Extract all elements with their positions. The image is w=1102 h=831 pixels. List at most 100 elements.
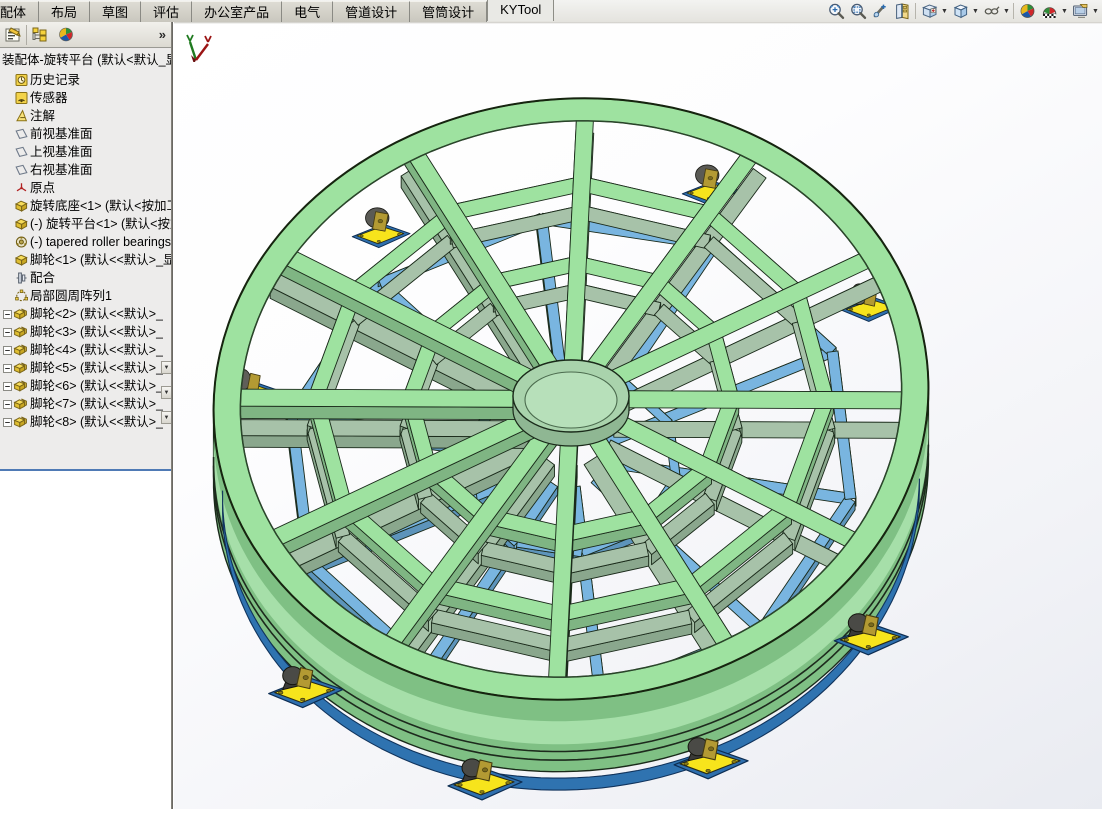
- tab-sketch[interactable]: 草图: [90, 1, 142, 22]
- scene-icon[interactable]: [1038, 1, 1060, 21]
- tree-item-label: 脚轮<5> (默认<<默认>_: [30, 361, 164, 375]
- mates-icon: [13, 270, 30, 286]
- chevron-down-icon[interactable]: ▼: [1091, 1, 1100, 21]
- solidworks-window: 配体 布局 草图 评估 办公室产品 电气 管道设计 管筒设计 KYTool ▼ ▼ ▼ ▼ ▼: [0, 0, 1102, 831]
- tree-item-label: 脚轮<1> (默认<<默认>_显示: [30, 253, 172, 267]
- expand-toggle-icon[interactable]: [2, 323, 13, 341]
- expand-toggle-icon[interactable]: [2, 377, 13, 395]
- tree-item-label: 配合: [30, 271, 56, 285]
- feature-tree[interactable]: 装配体-旋转平台 (默认<默认_显示 历史记录传感器注解前视基准面上视基准面右视…: [0, 49, 172, 469]
- tree-item-label: 右视基准面: [30, 163, 93, 177]
- tree-item[interactable]: 局部圆周阵列1: [0, 287, 172, 305]
- tree-item[interactable]: 注解: [0, 107, 172, 125]
- expand-toggle-icon[interactable]: [2, 359, 13, 377]
- plane-icon: [13, 126, 30, 142]
- tree-item-label: 脚轮<2> (默认<<默认>_: [30, 307, 164, 321]
- view-settings-icon[interactable]: [1069, 1, 1091, 21]
- chevron-down-icon[interactable]: ▼: [940, 1, 949, 21]
- graphics-viewport[interactable]: [174, 22, 1102, 809]
- tree-item[interactable]: (-) 旋转平台<1> (默认<按加工: [0, 215, 172, 233]
- tree-item-label: 上视基准面: [30, 145, 93, 159]
- tree-item[interactable]: 脚轮<3> (默认<<默认>_: [0, 323, 172, 341]
- tree-item-label: 前视基准面: [30, 127, 93, 141]
- panel-overflow-chevron[interactable]: »: [159, 27, 166, 42]
- tree-item[interactable]: 原点: [0, 179, 172, 197]
- sensor-icon: [13, 90, 30, 106]
- subasm-icon: [13, 360, 30, 376]
- panel-splitter[interactable]: [171, 22, 173, 809]
- tab-assembly[interactable]: 配体: [0, 1, 40, 22]
- subasm-icon: [13, 414, 30, 430]
- bearing-icon: [13, 234, 30, 250]
- origin-icon: [13, 180, 30, 196]
- subasm-icon: [13, 306, 30, 322]
- chevron-down-icon[interactable]: ▼: [1002, 1, 1011, 21]
- section-view-icon[interactable]: [891, 1, 913, 21]
- feature-manager-icon[interactable]: [0, 23, 26, 47]
- view-orientation-icon[interactable]: [918, 1, 940, 21]
- tree-item-label: (-) 旋转平台<1> (默认<按加工: [30, 217, 172, 231]
- tree-item[interactable]: 脚轮<4> (默认<<默认>_: [0, 341, 172, 359]
- tab-office[interactable]: 办公室产品: [192, 1, 283, 22]
- tree-item[interactable]: 脚轮<8> (默认<<默认>_: [0, 413, 172, 431]
- display-manager-icon[interactable]: [53, 23, 79, 47]
- tab-electrical[interactable]: 电气: [282, 1, 334, 22]
- tree-item[interactable]: (-) tapered roller bearings: [0, 233, 172, 251]
- tree-item-label: 历史记录: [30, 73, 81, 87]
- tab-routing[interactable]: 管道设计: [333, 1, 411, 22]
- pattern-icon: [13, 288, 30, 304]
- part-icon: [13, 198, 30, 214]
- appearance-icon[interactable]: [1016, 1, 1038, 21]
- expand-toggle-icon[interactable]: [2, 395, 13, 413]
- tree-root-item[interactable]: 装配体-旋转平台 (默认<默认_显示: [0, 49, 172, 71]
- tree-item[interactable]: 配合: [0, 269, 172, 287]
- expand-toggle-icon[interactable]: [2, 305, 13, 323]
- tree-item[interactable]: 脚轮<7> (默认<<默认>_: [0, 395, 172, 413]
- rotary-platform-model: [212, 97, 930, 801]
- toolbar-separator: [915, 3, 916, 19]
- tree-item[interactable]: 历史记录: [0, 71, 172, 89]
- tab-kytool[interactable]: KYTool: [487, 0, 555, 21]
- tree-item[interactable]: 上视基准面: [0, 143, 172, 161]
- tree-item[interactable]: 右视基准面: [0, 161, 172, 179]
- toolbar-separator: [1013, 3, 1014, 19]
- tree-item-label: 原点: [30, 181, 56, 195]
- zoom-in-out-icon[interactable]: [869, 1, 891, 21]
- tree-item[interactable]: 旋转底座<1> (默认<按加工>: [0, 197, 172, 215]
- tree-item-label: 注解: [30, 109, 56, 123]
- zoom-to-fit-icon[interactable]: [825, 1, 847, 21]
- chevron-down-icon[interactable]: ▼: [971, 1, 980, 21]
- tab-layout[interactable]: 布局: [39, 1, 91, 22]
- tab-evaluate[interactable]: 评估: [141, 1, 193, 22]
- hide-show-items-icon[interactable]: [980, 1, 1002, 21]
- history-icon: [13, 72, 30, 88]
- tree-item[interactable]: 传感器: [0, 89, 172, 107]
- command-tab-bar: 配体 布局 草图 评估 办公室产品 电气 管道设计 管筒设计 KYTool: [0, 0, 555, 22]
- expand-toggle-icon[interactable]: [2, 413, 13, 431]
- subasm-icon: [13, 396, 30, 412]
- tree-item[interactable]: 脚轮<1> (默认<<默认>_显示: [0, 251, 172, 269]
- tree-item-label: 脚轮<8> (默认<<默认>_: [30, 415, 164, 429]
- panel-tab-toolbar: »: [0, 22, 172, 48]
- tree-item[interactable]: 脚轮<6> (默认<<默认>_: [0, 377, 172, 395]
- property-manager-icon[interactable]: [27, 23, 53, 47]
- tab-tubing[interactable]: 管筒设计: [410, 1, 488, 22]
- feature-manager-panel: » 装配体-旋转平台 (默认<默认_显示 历史记录传感器注解前视基准面上视基准面…: [0, 22, 172, 831]
- top-toolbar: 配体 布局 草图 评估 办公室产品 电气 管道设计 管筒设计 KYTool ▼ ▼ ▼ ▼ ▼: [0, 0, 1102, 22]
- expand-toggle-icon[interactable]: [2, 341, 13, 359]
- tree-item[interactable]: 前视基准面: [0, 125, 172, 143]
- view-toolbar: ▼ ▼ ▼ ▼ ▼: [825, 0, 1100, 22]
- tree-item[interactable]: 脚轮<2> (默认<<默认>_: [0, 305, 172, 323]
- zoom-to-area-icon[interactable]: [847, 1, 869, 21]
- panel-empty-area: [0, 471, 172, 831]
- chevron-down-icon[interactable]: ▼: [1060, 1, 1069, 21]
- tree-item[interactable]: 脚轮<5> (默认<<默认>_: [0, 359, 172, 377]
- display-style-icon[interactable]: [949, 1, 971, 21]
